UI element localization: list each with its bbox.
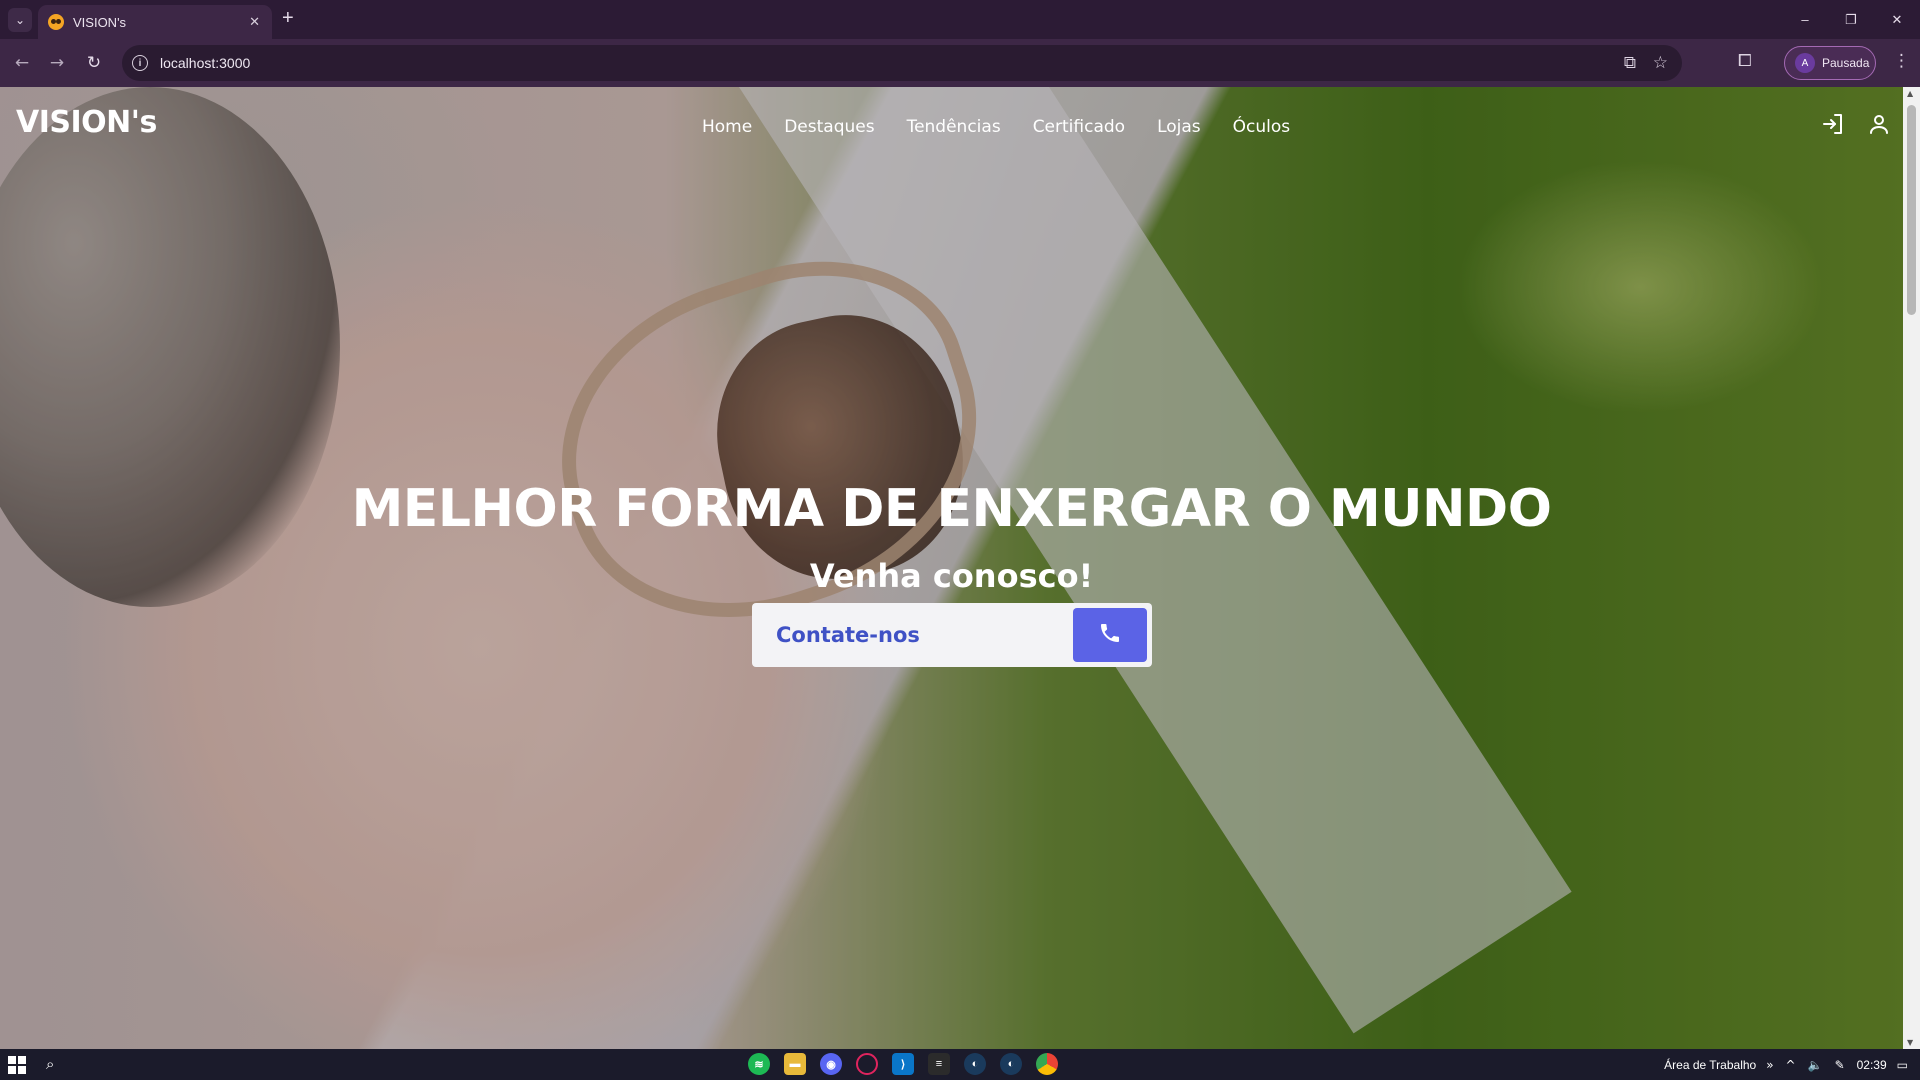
tray-chevron-up-icon[interactable]: ^ xyxy=(1786,1058,1796,1072)
opera-gx-icon[interactable] xyxy=(856,1053,878,1075)
bookmark-star-icon[interactable]: ☆ xyxy=(1653,53,1668,73)
site-info-icon[interactable]: i xyxy=(132,55,148,71)
minimize-button[interactable]: – xyxy=(1782,0,1828,39)
vscode-icon[interactable]: ⟩ xyxy=(892,1053,914,1075)
address-bar[interactable]: i localhost:3000 ⧉ ☆ xyxy=(122,45,1682,81)
scroll-up-arrow-icon[interactable]: ▲ xyxy=(1907,89,1913,98)
discord-icon[interactable]: ◉ xyxy=(820,1053,842,1075)
profile-button[interactable]: A Pausada xyxy=(1784,46,1876,80)
desktop-toolbar-label[interactable]: Área de Trabalho xyxy=(1664,1058,1756,1072)
profile-status: Pausada xyxy=(1822,56,1870,70)
forward-icon[interactable]: → xyxy=(43,49,71,77)
phone-icon xyxy=(1098,621,1122,649)
page-viewport: VISION's Home Destaques Tendências Certi… xyxy=(0,87,1903,1049)
tab-close-icon[interactable]: ✕ xyxy=(249,15,260,30)
page-scrollbar[interactable]: ▲ ▼ xyxy=(1903,87,1920,1049)
browser-tab-strip: ⌄ VISION's ✕ + – ❐ ✕ xyxy=(0,0,1920,39)
scroll-down-arrow-icon[interactable]: ▼ xyxy=(1907,1038,1913,1047)
profile-avatar: A xyxy=(1795,53,1815,73)
nav-oculos[interactable]: Óculos xyxy=(1233,117,1290,137)
login-icon[interactable] xyxy=(1821,112,1845,136)
clock-time[interactable]: 02:39 xyxy=(1857,1058,1887,1072)
menu-kebab-icon[interactable]: ⋮ xyxy=(1893,51,1910,71)
chrome-icon[interactable] xyxy=(1036,1053,1058,1075)
hero-subtitle: Venha conosco! xyxy=(809,557,1094,595)
nav-destaques[interactable]: Destaques xyxy=(784,117,874,137)
close-window-button[interactable]: ✕ xyxy=(1874,0,1920,39)
os-taskbar: ⌕ ≋ ▬ ◉ ⟩ ≡ ◐ ◐ Área de Trabalho » ^ 🔈 ✎… xyxy=(0,1049,1920,1080)
nav-tendencias[interactable]: Tendências xyxy=(907,117,1001,137)
header-actions xyxy=(1821,112,1891,136)
contact-label: Contate-nos xyxy=(776,623,920,647)
nav-certificado[interactable]: Certificado xyxy=(1033,117,1125,137)
back-icon[interactable]: ← xyxy=(8,49,36,77)
steam-2-icon[interactable]: ◐ xyxy=(1000,1053,1022,1075)
volume-icon[interactable]: 🔈 xyxy=(1808,1058,1823,1072)
windows-start-icon[interactable] xyxy=(8,1056,26,1074)
nav-home[interactable]: Home xyxy=(702,117,752,137)
scroll-thumb[interactable] xyxy=(1907,105,1916,315)
restore-button[interactable]: ❐ xyxy=(1828,0,1874,39)
steam-icon[interactable]: ◐ xyxy=(964,1053,986,1075)
user-icon[interactable] xyxy=(1867,112,1891,136)
system-tray: Área de Trabalho » ^ 🔈 ✎ 02:39 ▭ xyxy=(1664,1049,1920,1080)
spotify-icon[interactable]: ≋ xyxy=(748,1053,770,1075)
taskbar-search-icon[interactable]: ⌕ xyxy=(46,1055,54,1073)
contact-cta[interactable]: Contate-nos xyxy=(752,603,1152,667)
site-favicon-icon xyxy=(48,14,64,30)
main-navigation: Home Destaques Tendências Certificado Lo… xyxy=(702,117,1322,137)
toolbar-expand-icon[interactable]: » xyxy=(1766,1058,1773,1072)
contact-phone-button[interactable] xyxy=(1073,608,1147,662)
pen-icon[interactable]: ✎ xyxy=(1835,1058,1845,1072)
taskbar-apps: ≋ ▬ ◉ ⟩ ≡ ◐ ◐ xyxy=(748,1053,1058,1075)
hero-title: MELHOR FORMA DE ENXERGAR O MUNDO xyxy=(351,479,1552,539)
site-logo[interactable]: VISION's xyxy=(16,105,157,140)
tab-title: VISION's xyxy=(73,14,127,30)
window-controls: – ❐ ✕ xyxy=(1782,0,1920,39)
extensions-icon[interactable]: ⧠ xyxy=(1738,51,1752,71)
browser-toolbar: ← → ↻ i localhost:3000 ⧉ ☆ ⧠ A Pausada ⋮ xyxy=(0,39,1920,87)
install-app-icon[interactable]: ⧉ xyxy=(1624,53,1636,73)
nav-lojas[interactable]: Lojas xyxy=(1157,117,1201,137)
reload-icon[interactable]: ↻ xyxy=(80,49,108,77)
file-explorer-icon[interactable]: ▬ xyxy=(784,1053,806,1075)
address-url[interactable]: localhost:3000 xyxy=(160,55,250,71)
browser-tab[interactable]: VISION's ✕ xyxy=(38,5,272,39)
new-tab-button[interactable]: + xyxy=(282,7,294,30)
notifications-icon[interactable]: ▭ xyxy=(1897,1058,1908,1072)
terminal-icon[interactable]: ≡ xyxy=(928,1053,950,1075)
tab-search-icon[interactable]: ⌄ xyxy=(8,8,32,32)
